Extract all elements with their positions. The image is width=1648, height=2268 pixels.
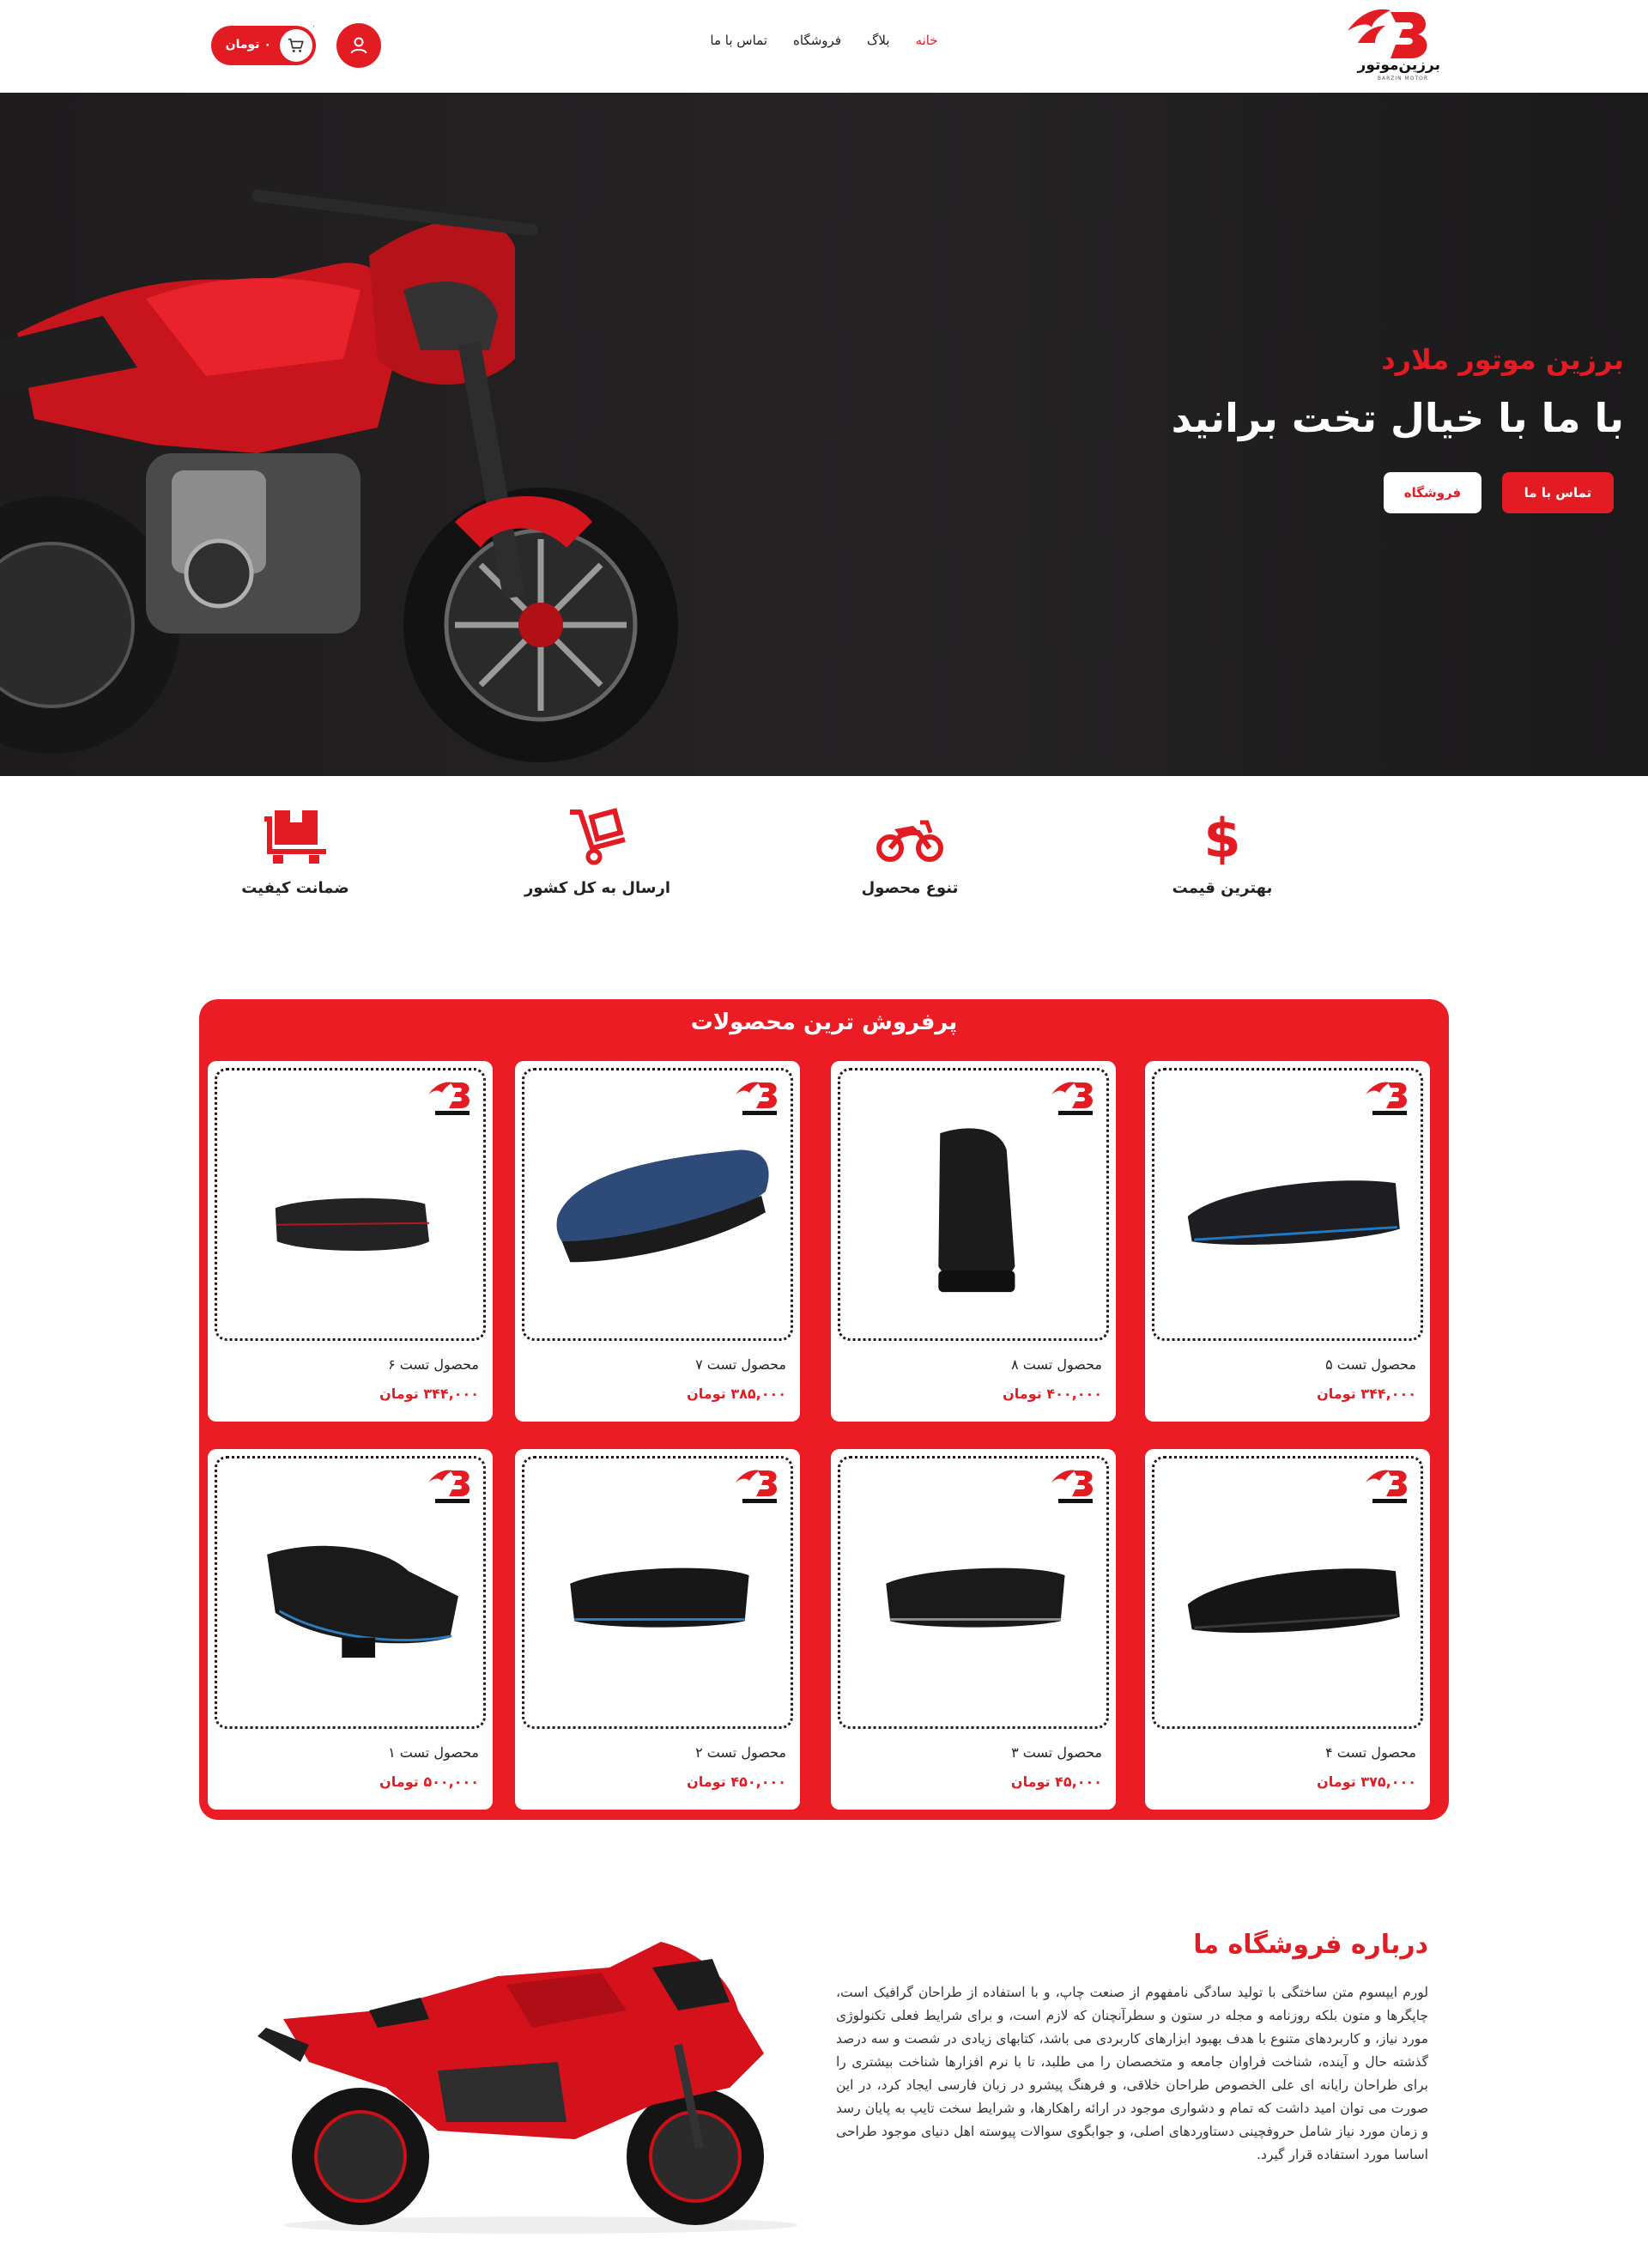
feature-nationwide-shipping: ارسال به کل کشور — [512, 807, 683, 897]
bestsellers-section: پرفروش ترین محصولات محصول تست ۵ ۳۴۴,۰۰۰ ت… — [199, 999, 1449, 1820]
seat-product-image — [570, 1568, 749, 1628]
user-icon — [350, 37, 367, 54]
account-button[interactable] — [336, 23, 381, 68]
product-image[interactable] — [522, 1068, 793, 1341]
product-price: ۵۰۰,۰۰۰ تومان — [379, 1774, 479, 1790]
product-price: ۴۵۰,۰۰۰ تومان — [687, 1774, 786, 1790]
product-name[interactable]: محصول تست ۶ — [388, 1356, 479, 1373]
about-motorcycle-image — [258, 1942, 798, 2234]
product-image[interactable] — [838, 1456, 1109, 1729]
about-text: لورم ایپسوم متن ساختگی با تولید سادگی نا… — [836, 1985, 1428, 2162]
feature-variety: تنوع محصول — [824, 807, 996, 897]
product-price: ۴۰۰,۰۰۰ تومان — [1003, 1386, 1102, 1402]
bestsellers-title: پرفروش ترین محصولات — [690, 1010, 958, 1035]
feature-best-price: $ بهترین قیمت — [1136, 807, 1308, 897]
hero-banner: برزین موتور ملارد با ما با خیال تخت بران… — [0, 93, 1648, 776]
dollar-icon: $ — [1203, 807, 1240, 867]
nav-item-home[interactable]: خانه — [916, 33, 938, 48]
product-name[interactable]: محصول تست ۷ — [695, 1356, 786, 1373]
hero-motorcycle-image — [0, 190, 678, 762]
product-card[interactable]: محصول تست ۲ ۴۵۰,۰۰۰ تومان — [515, 1449, 800, 1810]
seat-product-image — [267, 1545, 458, 1658]
nav-item-contact[interactable]: تماس با ما — [710, 33, 767, 48]
product-image[interactable] — [522, 1456, 793, 1729]
cart-icon-wrap — [280, 29, 312, 62]
cart-total: ۰ تومان — [225, 38, 271, 52]
product-card[interactable]: محصول تست ۸ ۴۰۰,۰۰۰ تومان — [831, 1061, 1116, 1422]
logo-text: برزین‌موتور — [1357, 57, 1440, 74]
product-name[interactable]: محصول تست ۲ — [695, 1744, 786, 1761]
seat-product-image — [556, 1149, 769, 1263]
product-name[interactable]: محصول تست ۱ — [388, 1744, 479, 1761]
svg-text:$: $ — [1203, 807, 1240, 867]
product-card[interactable]: محصول تست ۱ ۵۰۰,۰۰۰ تومان — [208, 1449, 493, 1810]
cart-count-badge: ۰ — [312, 22, 316, 31]
product-card[interactable]: محصول تست ۳ ۴۵,۰۰۰ تومان — [831, 1449, 1116, 1810]
product-price: ۳۴۴,۰۰۰ تومان — [1317, 1386, 1416, 1402]
seat-product-image — [938, 1128, 1015, 1293]
product-card[interactable]: محصول تست ۵ ۳۴۴,۰۰۰ تومان — [1145, 1061, 1430, 1422]
feature-title: بهترین قیمت — [1172, 879, 1273, 897]
pallet-box-icon — [264, 810, 326, 864]
hero-title: با ما با خیال تخت برانید — [1171, 395, 1624, 441]
contact-us-button[interactable]: تماس با ما — [1502, 472, 1614, 513]
feature-title: تنوع محصول — [861, 879, 959, 897]
hero-subtitle: برزین موتور ملارد — [1381, 343, 1624, 376]
product-image[interactable] — [215, 1068, 486, 1341]
shop-button[interactable]: فروشگاه — [1384, 472, 1481, 513]
product-image[interactable] — [215, 1456, 486, 1729]
product-image[interactable] — [838, 1068, 1109, 1341]
feature-title: ارسال به کل کشور — [524, 879, 671, 897]
hand-truck-icon — [570, 808, 626, 865]
site-header: برزین‌موتور BARZIN MOTOR خانه بلاگ فروشگ… — [0, 0, 1648, 93]
product-image[interactable] — [1152, 1068, 1423, 1341]
seat-product-image — [1187, 1568, 1400, 1633]
motorcycle-icon — [876, 820, 943, 862]
product-name[interactable]: محصول تست ۸ — [1011, 1356, 1102, 1373]
product-price: ۳۷۵,۰۰۰ تومان — [1317, 1774, 1416, 1790]
product-image[interactable] — [1152, 1456, 1423, 1729]
product-price: ۳۴۴,۰۰۰ تومان — [379, 1386, 479, 1402]
product-card[interactable]: محصول تست ۴ ۳۷۵,۰۰۰ تومان — [1145, 1449, 1430, 1810]
features-strip: $ بهترین قیمت تنوع محصول ارسال به کل کشو… — [0, 807, 1648, 936]
feature-quality-guarantee: ضمانت کیفیت — [209, 807, 381, 897]
cart-button[interactable]: ۰ ۰ تومان — [211, 22, 316, 65]
product-name[interactable]: محصول تست ۳ — [1011, 1744, 1102, 1761]
about-title: درباره فروشگاه ما — [1193, 1930, 1428, 1960]
feature-title: ضمانت کیفیت — [241, 879, 349, 897]
seat-product-image — [275, 1198, 430, 1251]
logo-subtext: BARZIN MOTOR — [1377, 76, 1428, 82]
product-price: ۴۵,۰۰۰ تومان — [1010, 1774, 1102, 1790]
product-card[interactable]: محصول تست ۶ ۳۴۴,۰۰۰ تومان — [208, 1061, 493, 1422]
seat-product-image — [1187, 1180, 1400, 1245]
product-price: ۳۸۵,۰۰۰ تومان — [687, 1386, 786, 1402]
product-name[interactable]: محصول تست ۵ — [1325, 1356, 1416, 1373]
nav-item-blog[interactable]: بلاگ — [867, 33, 890, 48]
seat-product-image — [886, 1568, 1065, 1628]
cart-icon — [288, 38, 304, 52]
nav-item-shop[interactable]: فروشگاه — [793, 33, 841, 48]
product-card[interactable]: محصول تست ۷ ۳۸۵,۰۰۰ تومان — [515, 1061, 800, 1422]
product-name[interactable]: محصول تست ۴ — [1325, 1744, 1416, 1761]
